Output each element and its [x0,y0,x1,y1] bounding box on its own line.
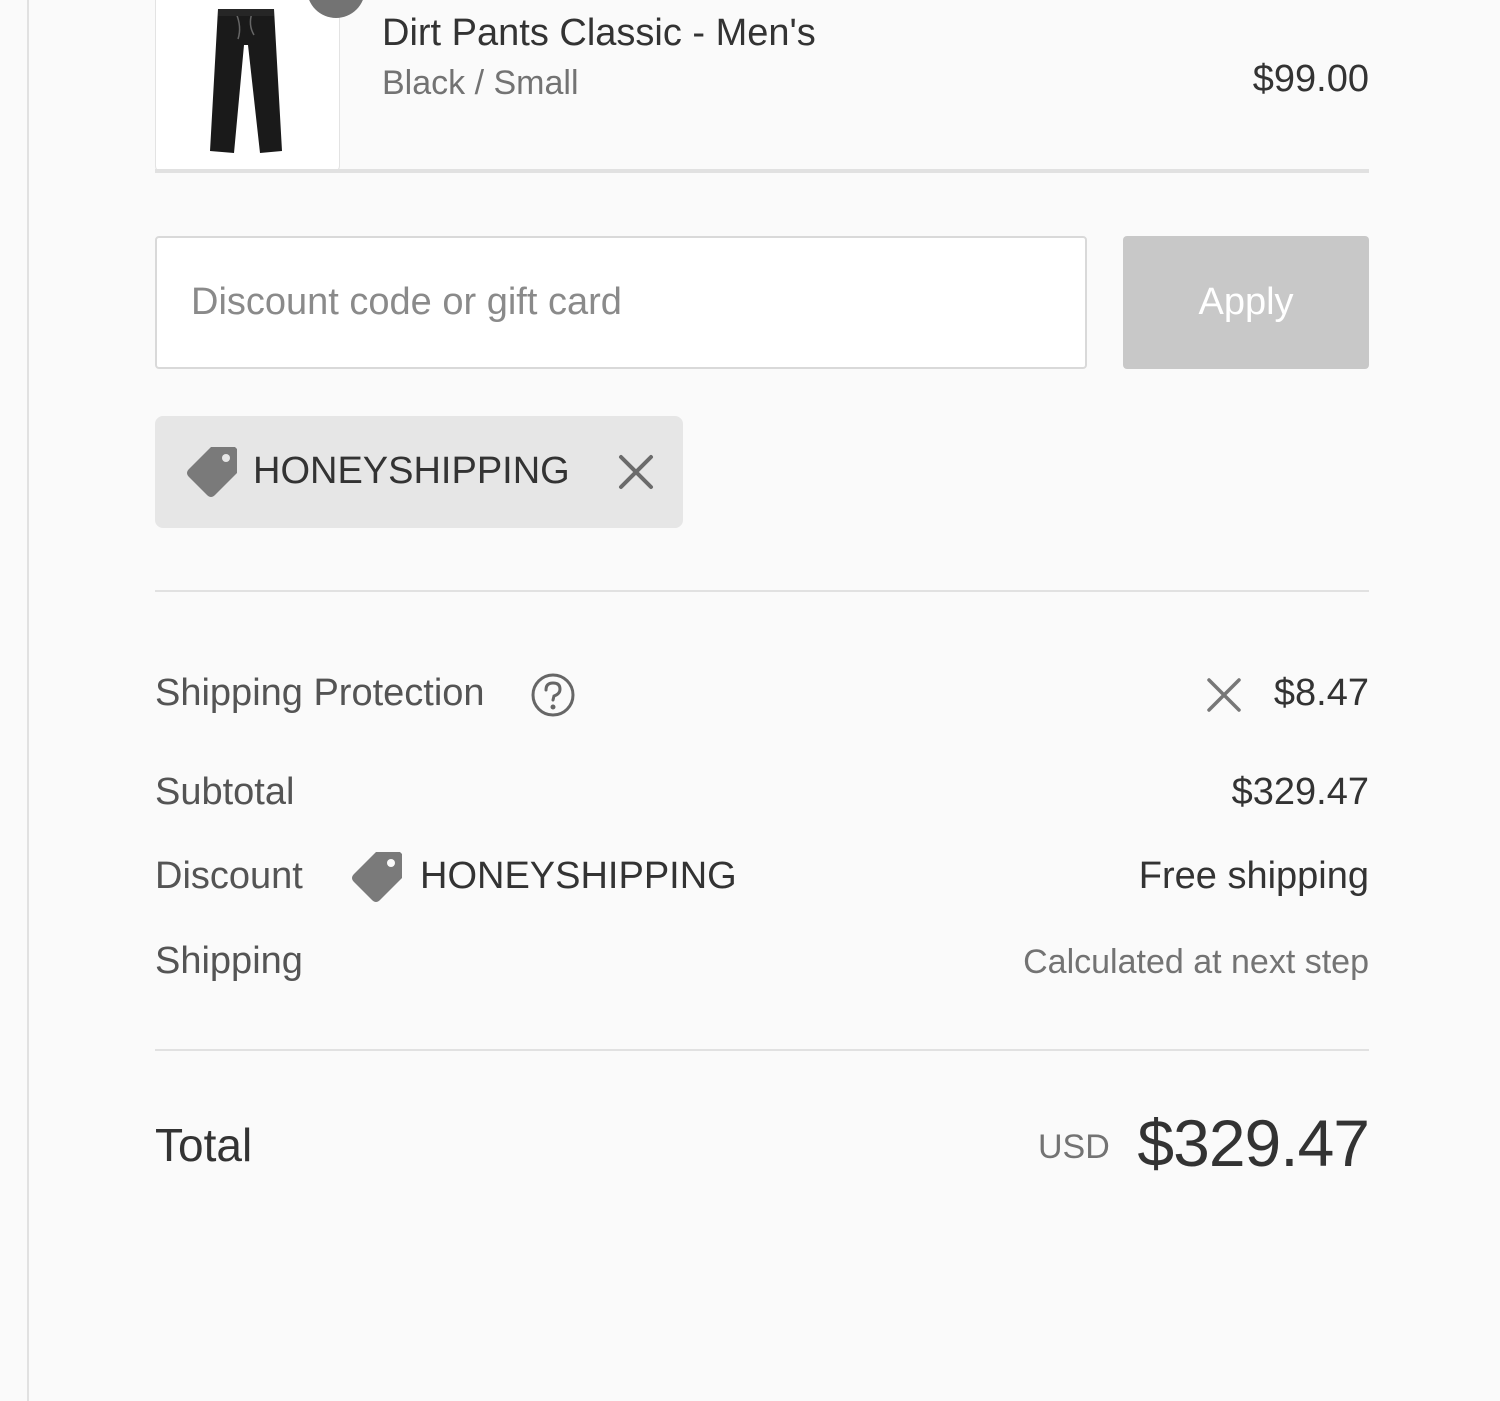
close-icon[interactable] [1205,676,1243,714]
pants-icon [210,9,282,153]
discount-code-input[interactable] [155,236,1087,369]
section-divider [155,1049,1369,1051]
panel-border [27,0,29,1401]
subtotal-label: Subtotal [155,771,295,813]
subtotal-value: $329.47 [1231,771,1369,813]
close-icon[interactable] [617,453,655,491]
discount-value: Free shipping [1138,855,1369,897]
product-title: Dirt Pants Classic - Men's [382,12,816,54]
section-divider [155,590,1369,592]
shipping-value: Calculated at next step [1023,943,1369,981]
product-thumbnail [155,0,340,172]
total-currency: USD [1038,1128,1110,1166]
order-summary-panel: 1 Dirt Pants Classic - Men's Black / Sma… [0,0,1500,1401]
tag-icon [352,852,402,902]
apply-button[interactable]: Apply [1123,236,1369,369]
discount-label: Discount [155,855,303,897]
tag-icon [187,447,237,497]
product-variant: Black / Small [382,64,579,102]
applied-discount-code: HONEYSHIPPING [253,450,570,492]
applied-discount-chip: HONEYSHIPPING [155,416,683,528]
help-circle-icon[interactable] [530,672,576,718]
total-label: Total [155,1119,253,1171]
shipping-protection-label: Shipping Protection [155,672,485,714]
shipping-label: Shipping [155,940,303,982]
product-divider [155,169,1369,173]
total-amount: $329.47 [1137,1106,1370,1180]
shipping-protection-value: $8.47 [1273,672,1369,714]
discount-code: HONEYSHIPPING [420,855,737,897]
product-price: $99.00 [1252,58,1369,100]
